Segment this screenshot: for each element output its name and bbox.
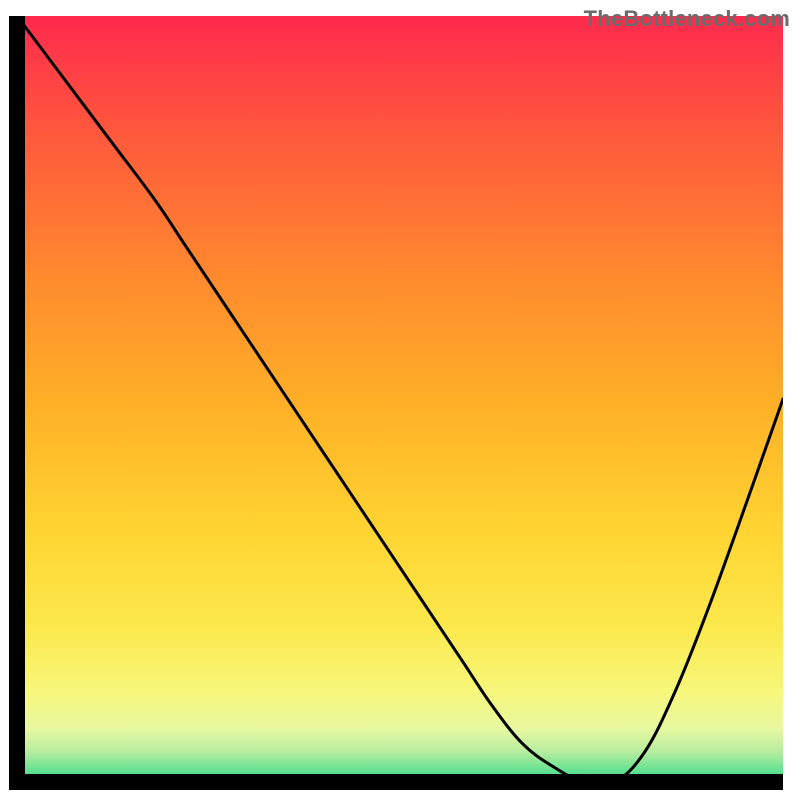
gradient-background xyxy=(17,16,783,782)
watermark-text: TheBottleneck.com xyxy=(584,6,790,32)
bottleneck-chart xyxy=(0,0,800,800)
chart-container: TheBottleneck.com xyxy=(0,0,800,800)
